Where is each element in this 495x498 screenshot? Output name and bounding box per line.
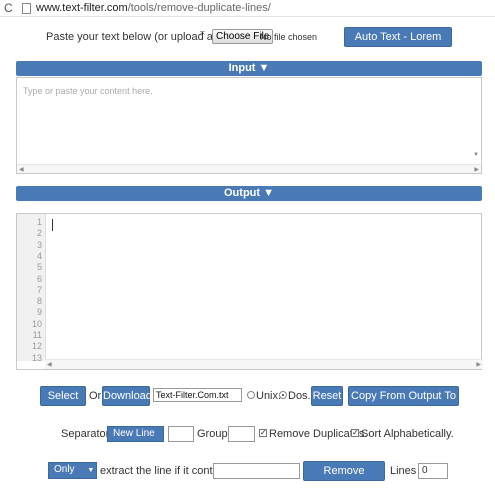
scroll-down-icon[interactable]: ▼ bbox=[473, 152, 479, 158]
scroll-left-icon[interactable]: ◀ bbox=[19, 166, 24, 173]
remove-duplicates-checkbox[interactable]: ✓ bbox=[259, 429, 267, 437]
no-file-text: No file chosen bbox=[260, 32, 318, 42]
line-number: 10 bbox=[31, 318, 42, 329]
line-number: 2 bbox=[36, 228, 42, 239]
or-label: Or bbox=[89, 390, 102, 402]
filter-mode-select[interactable]: Only ▼ bbox=[48, 462, 97, 479]
input-placeholder: Type or paste your content here. bbox=[23, 86, 153, 96]
line-number: 11 bbox=[32, 330, 42, 340]
reset-button[interactable]: Reset bbox=[311, 386, 343, 406]
chevron-down-icon: ▼ bbox=[87, 467, 95, 474]
input-header[interactable]: Input ▼ bbox=[16, 61, 482, 76]
url-host: www.text-filter.com bbox=[36, 2, 128, 14]
page-icon bbox=[22, 3, 31, 14]
filename-input[interactable]: Text-Filter.Com.txt bbox=[153, 388, 242, 402]
unix-radio[interactable] bbox=[247, 391, 255, 399]
actions-row: Select All Or Download Text-Filter.Com.t… bbox=[0, 386, 495, 420]
scroll-right-icon[interactable]: ▶ bbox=[474, 166, 479, 173]
browser-url-bar[interactable]: C www.text-filter.com/tools/remove-dupli… bbox=[0, 0, 495, 17]
sort-alphabetically-checkbox[interactable]: ✓ bbox=[351, 429, 359, 437]
group-label: Group: bbox=[197, 428, 231, 440]
paste-label: Paste your text below (or upload a file) bbox=[46, 31, 234, 43]
scroll-right-icon[interactable]: ▶ bbox=[476, 361, 481, 368]
upload-row: Paste your text below (or upload a file)… bbox=[0, 27, 495, 61]
separator-input[interactable] bbox=[168, 426, 194, 442]
options-row: Separator: New Line ▼ Group: ✓ Remove Du… bbox=[0, 425, 495, 452]
copy-output-to-input-button[interactable]: Copy From Output To Input bbox=[348, 386, 459, 420]
line-number: 3 bbox=[36, 239, 42, 250]
dos-label: Dos. bbox=[288, 390, 311, 402]
filter-row: Only ▼ extract the line if it contains: … bbox=[0, 461, 495, 495]
contains-input[interactable] bbox=[213, 463, 300, 479]
group-input[interactable] bbox=[228, 426, 255, 442]
url-path: /tools/remove-duplicate-lines/ bbox=[127, 2, 271, 14]
lines-count: 0 bbox=[418, 463, 448, 479]
lorem-ipsum-button[interactable]: Auto Text - Lorem Ipsum bbox=[344, 27, 452, 61]
line-number: 6 bbox=[36, 273, 42, 284]
line-number: 12 bbox=[31, 341, 42, 352]
url-text[interactable]: www.text-filter.com/tools/remove-duplica… bbox=[36, 2, 271, 14]
line-number: 4 bbox=[36, 250, 42, 261]
sort-alphabetically-label: Sort Alphabetically. bbox=[361, 428, 454, 440]
reload-icon[interactable]: C bbox=[4, 1, 13, 15]
output-horizontal-scrollbar[interactable]: ◀ ▶ bbox=[45, 359, 483, 369]
unix-label: Unix. bbox=[256, 390, 282, 402]
line-number: 1 bbox=[36, 217, 42, 227]
line-number: 7 bbox=[36, 284, 42, 295]
line-number: 13 bbox=[31, 352, 42, 363]
output-textarea[interactable]: 1 2 3 4 5 6 7 8 9 10 11 12 13 ◀ ▶ bbox=[16, 213, 483, 370]
filter-mode-value: Only bbox=[54, 464, 75, 475]
input-horizontal-scrollbar[interactable]: ◀ ▶ bbox=[17, 164, 481, 173]
dos-radio[interactable] bbox=[279, 391, 287, 399]
download-button[interactable]: Download bbox=[102, 386, 152, 406]
scroll-left-icon[interactable]: ◀ bbox=[47, 361, 52, 368]
input-textarea[interactable]: Type or paste your content here. ▼ ◀ ▶ bbox=[16, 77, 482, 174]
line-number: 9 bbox=[36, 307, 42, 318]
separator-select[interactable]: New Line ▼ bbox=[107, 426, 164, 452]
remove-duplicates-button[interactable]: Remove Duplicates bbox=[303, 461, 385, 495]
chevron-down-icon: ▼ bbox=[113, 445, 120, 452]
line-number-gutter: 1 2 3 4 5 6 7 8 9 10 11 12 13 bbox=[17, 214, 46, 363]
upload-icon: ⤒ bbox=[200, 30, 205, 42]
separator-value: New Line bbox=[113, 428, 155, 439]
text-cursor bbox=[52, 219, 53, 231]
output-header[interactable]: Output ▼ bbox=[16, 186, 482, 201]
line-number: 5 bbox=[36, 262, 42, 273]
select-all-button[interactable]: Select All bbox=[40, 386, 86, 420]
separator-label: Separator: bbox=[61, 428, 113, 440]
line-number: 8 bbox=[36, 296, 42, 307]
